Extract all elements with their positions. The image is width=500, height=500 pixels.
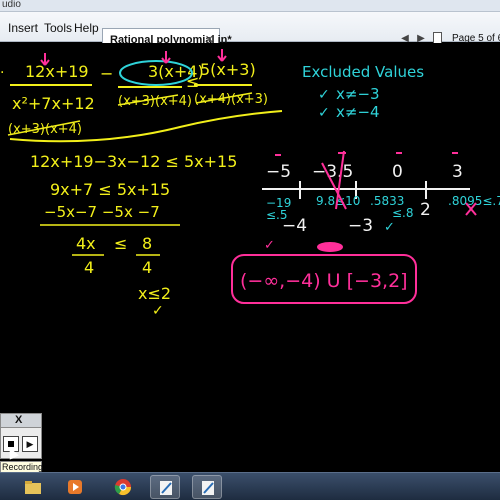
interval-check-2: ✓ xyxy=(264,238,275,253)
top-label-2: −3.5 xyxy=(312,162,353,182)
step-4-numerator: 4x xyxy=(76,234,96,253)
top-label-4: 3 xyxy=(452,162,463,182)
handwriting-layer: . 12x+19 x²+7x+12 (x+3)(x+4) − 3(x+4) (x… xyxy=(0,49,500,319)
taskbar-explorer[interactable] xyxy=(18,475,48,499)
recorder-title-bar: X xyxy=(1,414,41,428)
recorder-play-button[interactable]: ▶ xyxy=(22,436,38,452)
excluded-value-2: x≠−4 xyxy=(336,103,380,121)
problem-bullet: . xyxy=(0,61,4,77)
factored-left: (x+3)(x+4) xyxy=(8,122,82,137)
final-answer: (−∞,−4) U [−3,2] xyxy=(240,270,408,292)
excluded-value-1: x≠−3 xyxy=(336,85,380,103)
notebook-icon xyxy=(160,481,172,495)
chrome-icon xyxy=(114,479,132,496)
top-label-3: 0 xyxy=(392,162,403,182)
solution-check-mark: ✓ xyxy=(152,303,164,319)
windows-explorer-icon xyxy=(25,481,41,494)
test-compare-1: ≤.5 xyxy=(266,208,288,222)
denominator-left: x²+7x+12 xyxy=(12,94,95,113)
right-denominator: (x+4)(x+3) xyxy=(194,92,268,107)
step-4-inequality: ≤ xyxy=(114,234,127,253)
top-label-1: −5 xyxy=(266,162,291,182)
step-5: x≤2 xyxy=(138,284,171,303)
bottom-label-3: 2 xyxy=(420,200,431,220)
menu-help[interactable]: Help xyxy=(74,21,99,35)
taskbar-notebook[interactable] xyxy=(150,475,180,499)
excluded-values-title: Excluded Values xyxy=(302,63,424,81)
numerator-left: 12x+19 xyxy=(25,62,89,81)
app-title: udio xyxy=(2,0,21,10)
step-4-denominator-right: 4 xyxy=(142,258,152,277)
right-term: 5(x+3) xyxy=(200,60,256,79)
step-1: 12x+19−3x−12 ≤ 5x+15 xyxy=(30,152,237,171)
test-compare-3: ≤.8 xyxy=(392,206,414,220)
bottom-label-2: −3 xyxy=(348,216,373,236)
app-window: udio Insert Tools Help Rational polynomi… xyxy=(0,0,500,500)
step-2: 9x+7 ≤ 5x+15 xyxy=(50,180,170,199)
menu-tools[interactable]: Tools xyxy=(44,21,72,35)
title-bar: udio xyxy=(0,0,500,12)
recorder-close-button[interactable]: X xyxy=(15,414,22,426)
taskbar-media-player[interactable] xyxy=(60,475,90,499)
inequality-sign: ≤ xyxy=(186,72,199,91)
media-player-icon xyxy=(68,480,82,494)
step-4-denominator-left: 4 xyxy=(84,258,94,277)
middle-denominator: (x+3)(x+4) xyxy=(118,94,192,109)
minus-sign: − xyxy=(100,64,113,83)
step-3: −5x−7 −5x −7 xyxy=(44,203,160,221)
taskbar-notebook-2[interactable] xyxy=(192,475,222,499)
taskbar-chrome[interactable] xyxy=(108,475,138,499)
menu-bar: Insert Tools Help Rational polynomial in… xyxy=(0,12,500,54)
menu-insert[interactable]: Insert xyxy=(8,21,38,35)
notebook-2-icon xyxy=(202,481,214,495)
check-mark-2: ✓ xyxy=(318,105,330,121)
taskbar xyxy=(0,472,500,500)
step-4-rhs: 8 xyxy=(142,234,152,253)
interval-check-1: ✓ xyxy=(384,220,395,235)
check-mark-1: ✓ xyxy=(318,87,330,103)
whiteboard-canvas[interactable]: . 12x+19 x²+7x+12 (x+3)(x+4) − 3(x+4) (x… xyxy=(0,43,500,472)
